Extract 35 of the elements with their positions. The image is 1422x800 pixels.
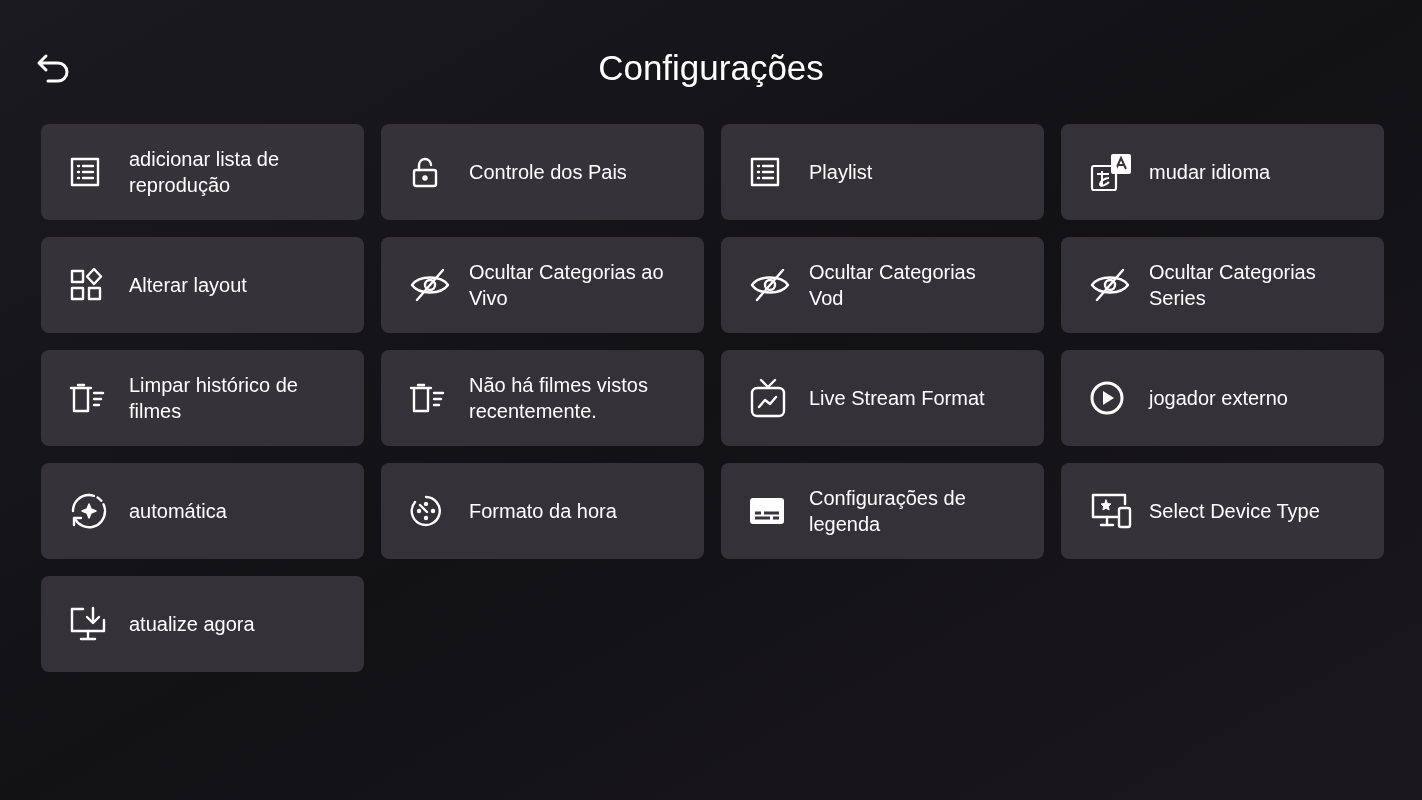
settings-tile[interactable]: Live Stream Format bbox=[721, 350, 1044, 446]
settings-tile[interactable]: Ocultar Categorias Series bbox=[1061, 237, 1384, 333]
settings-tile[interactable]: Limpar histórico de filmes bbox=[41, 350, 364, 446]
settings-tile[interactable]: jogador externo bbox=[1061, 350, 1384, 446]
subtitles-icon bbox=[749, 496, 785, 526]
back-arrow-icon bbox=[36, 53, 70, 83]
play-circle-icon bbox=[1089, 380, 1125, 416]
settings-tile[interactable]: Formato da hora bbox=[381, 463, 704, 559]
settings-tile[interactable]: automática bbox=[41, 463, 364, 559]
list-icon bbox=[749, 156, 781, 188]
settings-tile[interactable]: Playlist bbox=[721, 124, 1044, 220]
trash-list-icon bbox=[69, 382, 105, 414]
eye-slash-icon bbox=[409, 267, 451, 303]
tv-chart-icon bbox=[749, 377, 787, 419]
eye-slash-icon bbox=[1089, 267, 1131, 303]
settings-tile[interactable]: Select Device Type bbox=[1061, 463, 1384, 559]
settings-tile[interactable]: Ocultar Categorias Vod bbox=[721, 237, 1044, 333]
settings-tile[interactable]: Configurações de legenda bbox=[721, 463, 1044, 559]
translate-icon bbox=[1089, 152, 1133, 192]
monitor-phone-icon bbox=[1089, 492, 1133, 530]
settings-tile[interactable]: Ocultar Categorias ao Vivo bbox=[381, 237, 704, 333]
grid-shapes-icon bbox=[69, 268, 103, 302]
settings-tile[interactable]: Controle dos Pais bbox=[381, 124, 704, 220]
list-icon bbox=[69, 156, 101, 188]
settings-tile[interactable]: mudar idioma bbox=[1061, 124, 1384, 220]
settings-tile[interactable]: atualize agora bbox=[41, 576, 364, 672]
trash-list-icon bbox=[409, 382, 445, 414]
timer-icon bbox=[409, 494, 443, 528]
sparkle-refresh-icon bbox=[69, 491, 109, 531]
page-title: Configurações bbox=[598, 47, 824, 89]
eye-slash-icon bbox=[749, 267, 791, 303]
settings-tile[interactable]: Alterar layout bbox=[41, 237, 364, 333]
settings-tile[interactable]: adicionar lista de reprodução bbox=[41, 124, 364, 220]
monitor-download-icon bbox=[69, 606, 107, 642]
settings-tile[interactable]: Não há filmes vistos recentemente. bbox=[381, 350, 704, 446]
